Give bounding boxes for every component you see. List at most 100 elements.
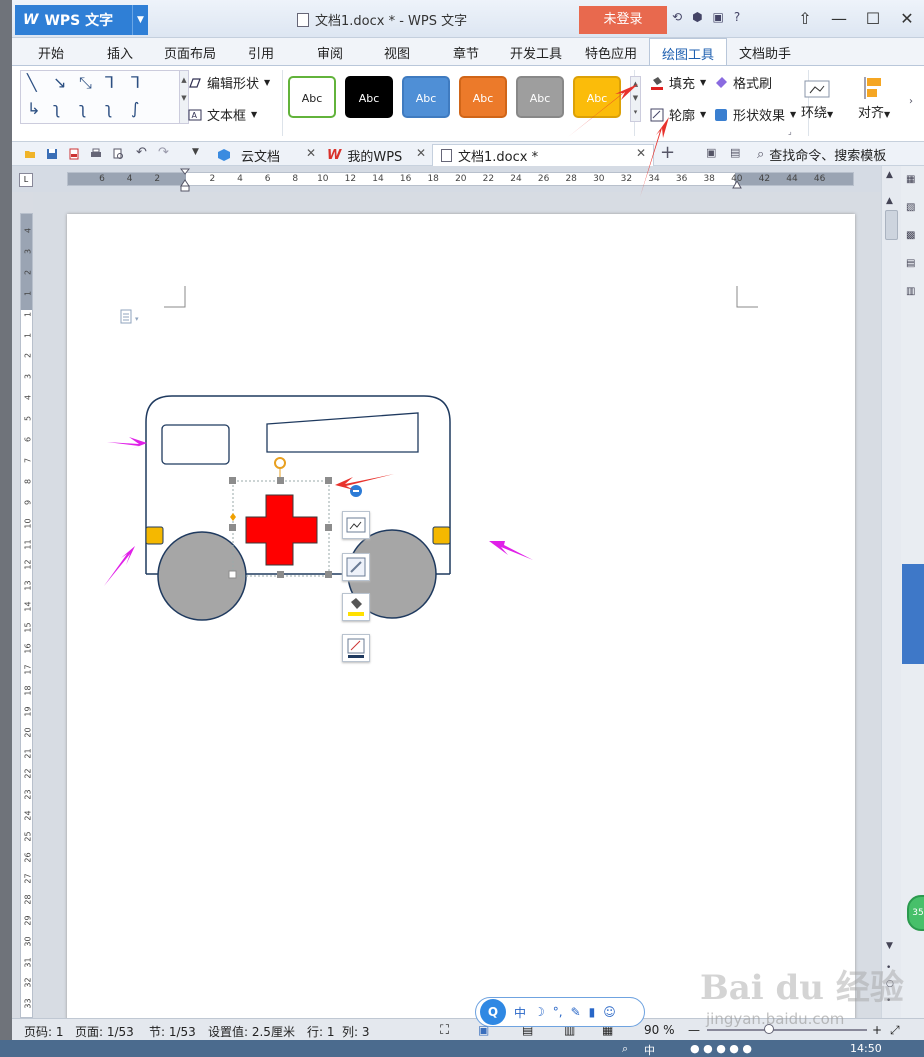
shape-style-preset[interactable]: Abc bbox=[573, 76, 621, 118]
panel-style-icon[interactable]: ▩ bbox=[906, 230, 915, 241]
ambulance-light-right[interactable] bbox=[432, 526, 451, 545]
close-tab-cloud-icon[interactable]: ✕ bbox=[306, 146, 316, 160]
shape-style-preset[interactable]: Abc bbox=[516, 76, 564, 118]
tab-reference[interactable]: 引用 bbox=[248, 43, 274, 62]
input-method-toolbar[interactable]: Q 中 ☽ °, ✎ ▮ ☺ bbox=[475, 997, 645, 1027]
zoom-out-icon[interactable]: — bbox=[688, 1023, 700, 1037]
tab-chapter[interactable]: 章节 bbox=[453, 43, 479, 62]
shape-style-preset[interactable]: Abc bbox=[345, 76, 393, 118]
elbow-arrow-icon[interactable]: ⅂ bbox=[131, 73, 140, 92]
customize-toolbar-icon[interactable]: ▼ bbox=[192, 147, 199, 157]
double-arrow-shape-icon[interactable]: ⤡ bbox=[79, 73, 92, 93]
tray-search-icon[interactable]: ⌕ bbox=[622, 1042, 628, 1056]
chevron-down-icon[interactable]: ▼ bbox=[132, 5, 148, 35]
outline-button[interactable]: 轮廓 ▼ bbox=[650, 105, 706, 124]
tab-cloud-docs[interactable]: 云文档 bbox=[217, 144, 280, 166]
share-icon[interactable]: ▣ bbox=[713, 10, 724, 24]
tab-review[interactable]: 审阅 bbox=[317, 43, 343, 62]
clipboard-icon[interactable]: ▮ bbox=[589, 1005, 596, 1019]
document-canvas[interactable]: ▾ bbox=[33, 192, 881, 1018]
ribbon-scroll-right[interactable]: › bbox=[909, 96, 913, 107]
indent-marker-icon[interactable] bbox=[180, 168, 190, 192]
tab-my-wps[interactable]: W 我的WPS bbox=[327, 144, 402, 166]
shape-effect-button[interactable]: 形状效果 ▼ bbox=[714, 105, 796, 124]
panel-expand-tab[interactable] bbox=[902, 564, 924, 664]
export-pdf-icon[interactable] bbox=[68, 148, 80, 160]
elbow-connector-icon[interactable]: ⅂ bbox=[105, 73, 114, 92]
elbow-double-arrow-icon[interactable]: ↳ bbox=[27, 99, 40, 118]
vertical-ruler[interactable]: 4 3 2 1 1 1 2 3 4 5 6 7 8 9 10 11 12 13 14 15 16 17 18 19 20 21 22… bbox=[20, 213, 33, 1030]
scroll-down-arrow-icon[interactable]: ▼ bbox=[886, 941, 893, 951]
print-icon[interactable] bbox=[90, 148, 102, 160]
tab-insert[interactable]: 插入 bbox=[107, 43, 133, 62]
fit-width-icon[interactable]: ⤢ bbox=[890, 1023, 900, 1038]
paragraph-layout-icon[interactable]: ▾ bbox=[120, 309, 139, 324]
tab-document1[interactable]: 文档1.docx * bbox=[432, 144, 654, 166]
shape-style-preset[interactable]: Abc bbox=[402, 76, 450, 118]
skin-icon[interactable]: ⬢ bbox=[692, 10, 702, 24]
ime-mode[interactable]: 中 bbox=[514, 1004, 526, 1021]
zoom-slider-track[interactable] bbox=[707, 1029, 867, 1031]
ambulance-light-left[interactable] bbox=[145, 526, 164, 545]
curve-arrow-icon[interactable]: ʅ bbox=[79, 99, 86, 118]
emoji-icon[interactable]: ☺ bbox=[603, 1005, 616, 1019]
help-icon[interactable]: ? bbox=[734, 10, 740, 24]
shape-style-tool[interactable] bbox=[342, 553, 370, 581]
new-tab-plus-icon[interactable]: + bbox=[660, 142, 675, 163]
document-page[interactable]: ▾ bbox=[67, 214, 855, 1018]
vertical-scrollbar[interactable]: ▲ ▲ ▼ • ○ • bbox=[881, 166, 901, 1018]
panel-new-icon[interactable]: ▧ bbox=[906, 202, 915, 213]
zoom-in-icon[interactable]: + bbox=[872, 1023, 882, 1037]
save-icon[interactable] bbox=[46, 148, 58, 160]
outline-tool[interactable] bbox=[342, 634, 370, 662]
style-gallery-scroll[interactable]: ▲ ▼ ▾ bbox=[630, 76, 641, 122]
print-preview-icon[interactable] bbox=[112, 148, 124, 160]
curve-connector-icon[interactable]: ʅ bbox=[53, 99, 60, 118]
panel-select-icon[interactable]: ▤ bbox=[906, 258, 915, 269]
tab-view[interactable]: 视图 bbox=[384, 43, 410, 62]
text-box-button[interactable]: A 文本框 ▼ bbox=[188, 105, 257, 124]
shape-style-preset[interactable]: Abc bbox=[288, 76, 336, 118]
tab-stop-selector[interactable]: L bbox=[19, 173, 33, 187]
freeform-curve-icon[interactable]: ∫ bbox=[131, 99, 139, 118]
punctuation-icon[interactable]: °, bbox=[553, 1005, 563, 1019]
scroll-up-icon[interactable]: ▲ bbox=[886, 170, 893, 180]
tools-icon[interactable]: ✎ bbox=[571, 1005, 581, 1019]
scroll-thumb[interactable] bbox=[885, 210, 898, 240]
curve-double-arrow-icon[interactable]: ʅ bbox=[105, 99, 112, 118]
shape-style-preset[interactable]: Abc bbox=[459, 76, 507, 118]
wrap-button[interactable]: 环绕▼ bbox=[801, 78, 833, 121]
sync-icon[interactable]: ⟲ bbox=[672, 10, 682, 24]
ambulance-window-left[interactable] bbox=[161, 424, 230, 465]
tab-developer[interactable]: 开发工具 bbox=[510, 43, 562, 62]
panel-collapse-icon[interactable]: ▦ bbox=[906, 174, 915, 185]
wps-app-menu-button[interactable]: W WPS 文字 ▼ bbox=[15, 5, 148, 35]
tab-special[interactable]: 特色应用 bbox=[585, 43, 637, 62]
right-indent-marker-icon[interactable] bbox=[732, 177, 742, 189]
close-tab-mywps-icon[interactable]: ✕ bbox=[416, 146, 426, 160]
close-button[interactable]: ✕ bbox=[890, 6, 924, 32]
window-mode-icon[interactable]: ▣ bbox=[706, 146, 716, 159]
tray-icons[interactable]: ● ● ● ● ● bbox=[690, 1042, 752, 1055]
arrow-shape-icon[interactable]: ↘ bbox=[53, 73, 66, 92]
tab-doc-assistant[interactable]: 文档助手 bbox=[739, 43, 791, 62]
ribbon-dialog-launcher[interactable]: ⌟ bbox=[788, 127, 792, 136]
fullscreen-icon[interactable]: ⛶ bbox=[440, 1023, 449, 1038]
panel-shape-icon[interactable]: ▥ bbox=[906, 286, 915, 297]
minimize-button[interactable]: — bbox=[822, 6, 856, 32]
fill-button[interactable]: 填充 ▼ bbox=[650, 73, 706, 92]
undo-icon[interactable]: ↶ bbox=[136, 145, 147, 160]
close-tab-doc1-icon[interactable]: ✕ bbox=[636, 146, 646, 160]
half-width-icon[interactable]: ☽ bbox=[534, 1005, 545, 1019]
tab-drawing-tools[interactable]: 绘图工具 bbox=[649, 38, 728, 66]
login-button[interactable]: 未登录 bbox=[579, 6, 667, 34]
upload-icon[interactable]: ⇧ bbox=[788, 6, 822, 32]
selection-handle-empty[interactable] bbox=[228, 570, 237, 579]
notification-badge[interactable]: 35 bbox=[907, 895, 924, 931]
line-shape-icon[interactable]: ╲ bbox=[27, 73, 37, 92]
sogou-q-icon[interactable]: Q bbox=[480, 999, 506, 1025]
redo-icon[interactable]: ↷ bbox=[158, 145, 169, 160]
format-brush-button[interactable]: 格式刷 bbox=[714, 73, 772, 92]
tab-start[interactable]: 开始 bbox=[38, 43, 64, 62]
zoom-level[interactable]: 90 % bbox=[644, 1023, 675, 1037]
